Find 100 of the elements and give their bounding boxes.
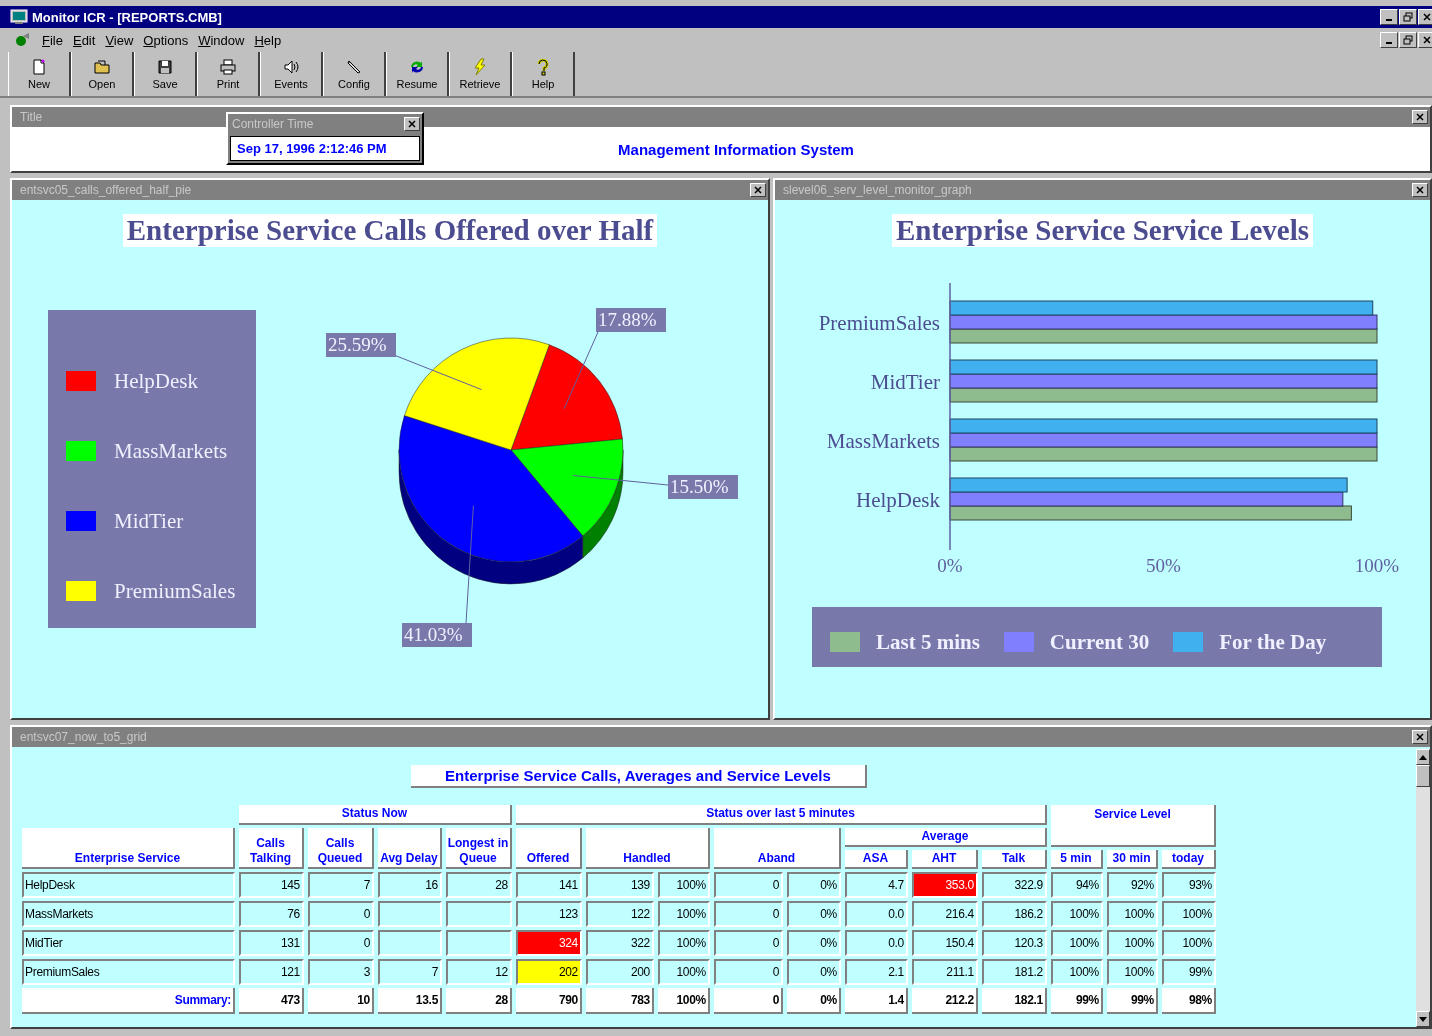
table-cell: 120.3 — [982, 930, 1047, 956]
table-cell: 99% — [1107, 988, 1158, 1014]
data-label: 25.59% — [326, 333, 396, 357]
table-cell: 0 — [308, 901, 374, 927]
panel-heading: Management Information System — [618, 140, 854, 158]
group-header: Status over last 5 minutes — [516, 805, 1047, 825]
scroll-thumb[interactable] — [1416, 765, 1430, 787]
close-icon — [753, 185, 763, 195]
empty-cell — [446, 930, 512, 956]
table-cell: 122 — [586, 901, 654, 927]
close-button[interactable] — [1412, 183, 1428, 197]
table-cell: 1.4 — [845, 988, 908, 1014]
circular-arrows-icon — [408, 58, 426, 76]
table-cell: PremiumSales — [22, 959, 235, 985]
toolbar-button[interactable]: Config — [323, 52, 386, 96]
legend-label: PremiumSales — [114, 578, 236, 604]
table-cell: 4.7 — [845, 872, 908, 898]
close-button[interactable] — [750, 183, 766, 197]
folder-icon — [93, 58, 111, 76]
summary-label: Summary: — [22, 988, 235, 1014]
table-cell: 145 — [239, 872, 304, 898]
table-cell: 100% — [658, 872, 710, 898]
chart-title: Enterprise Service Service Levels — [891, 214, 1314, 247]
table-cell: 12 — [446, 959, 512, 985]
data-label: 41.03% — [404, 624, 463, 645]
menu-item[interactable]: View — [105, 32, 134, 48]
column-header: today — [1162, 850, 1216, 869]
close-button[interactable] — [404, 117, 420, 131]
toolbar-button[interactable]: Help — [512, 52, 575, 96]
group-header: Status Now — [239, 805, 512, 825]
scroll-down-button[interactable] — [1416, 1011, 1430, 1027]
panel-caption: entsvc05_calls_offered_half_pie — [20, 183, 192, 197]
restore-button[interactable] — [1399, 9, 1417, 25]
column-header: Offered — [516, 828, 582, 869]
close-button[interactable] — [1412, 730, 1428, 744]
table-cell: 0% — [787, 988, 841, 1014]
column-header: Longest in Queue — [446, 828, 512, 869]
app-menu-icon[interactable] — [14, 32, 32, 48]
close-button[interactable] — [1418, 9, 1432, 25]
toolbar-button[interactable]: New — [8, 52, 71, 96]
table-cell: 100% — [1051, 901, 1103, 927]
table-cell: 150.4 — [912, 930, 978, 956]
toolbar-button[interactable]: Events — [260, 52, 323, 96]
close-icon — [407, 119, 417, 129]
table-cell: 100% — [1107, 959, 1158, 985]
close-button[interactable] — [1412, 110, 1428, 124]
window-caption: Controller Time — [232, 117, 314, 131]
menu-item[interactable]: Window — [198, 32, 245, 48]
toolbar-button[interactable]: Print — [197, 52, 260, 96]
toolbar-button[interactable]: Open — [71, 52, 134, 96]
table-cell: 94% — [1051, 872, 1103, 898]
legend-label: MassMarkets — [114, 438, 228, 464]
table-cell: 200 — [586, 959, 654, 985]
table-cell: 7 — [378, 959, 442, 985]
table-cell: 0 — [714, 988, 783, 1014]
data-label: 15.50% — [668, 475, 738, 499]
column-header: 5 min — [1051, 850, 1103, 869]
menu-item[interactable]: Help — [254, 32, 282, 48]
toolbar-button[interactable]: Retrieve — [449, 52, 512, 96]
restore-icon — [1403, 35, 1413, 45]
table-cell: 99% — [1162, 959, 1216, 985]
table-cell: 0 — [308, 930, 374, 956]
table-cell: 0 — [714, 959, 783, 985]
table-cell: 0% — [787, 930, 841, 956]
table-cell: 16 — [378, 872, 442, 898]
table-cell: 202 — [516, 959, 582, 985]
close-icon — [1415, 732, 1425, 742]
empty-cell — [378, 901, 442, 927]
toolbar-button[interactable]: Save — [134, 52, 197, 96]
restore-icon — [1403, 12, 1413, 22]
menu-item[interactable]: Edit — [72, 32, 96, 48]
table-cell: 7 — [308, 872, 374, 898]
table-cell: 99% — [1051, 988, 1103, 1014]
panel-caption: slevel06_serv_level_monitor_graph — [783, 183, 972, 197]
minimize-icon — [1386, 42, 1392, 44]
legend-label: HelpDesk — [114, 368, 198, 394]
column-header: ASA — [845, 850, 908, 869]
legend-label: For the Day — [1219, 629, 1327, 655]
table-cell: 100% — [658, 901, 710, 927]
column-header: Handled — [586, 828, 710, 869]
table-cell: 182.1 — [982, 988, 1047, 1014]
menu-item[interactable]: File — [42, 32, 63, 48]
table-cell: 100% — [658, 930, 710, 956]
minimize-button[interactable] — [1380, 32, 1398, 48]
table-cell: 100% — [1107, 901, 1158, 927]
scroll-up-button[interactable] — [1416, 749, 1430, 765]
table-cell: 28 — [446, 988, 512, 1014]
menu-item[interactable]: Options — [143, 32, 189, 48]
restore-button[interactable] — [1399, 32, 1417, 48]
scrollbar[interactable] — [1416, 749, 1430, 1027]
close-button[interactable] — [1418, 32, 1432, 48]
table-cell: 100% — [658, 959, 710, 985]
table-cell: 212.2 — [912, 988, 978, 1014]
toolbar-button[interactable]: Resume — [386, 52, 449, 96]
minimize-button[interactable] — [1380, 9, 1398, 25]
monitor-app-icon — [10, 9, 28, 25]
column-header: 30 min — [1107, 850, 1158, 869]
table-cell: 98% — [1162, 988, 1216, 1014]
category-label: MidTier — [870, 370, 940, 394]
table-cell: 216.4 — [912, 901, 978, 927]
